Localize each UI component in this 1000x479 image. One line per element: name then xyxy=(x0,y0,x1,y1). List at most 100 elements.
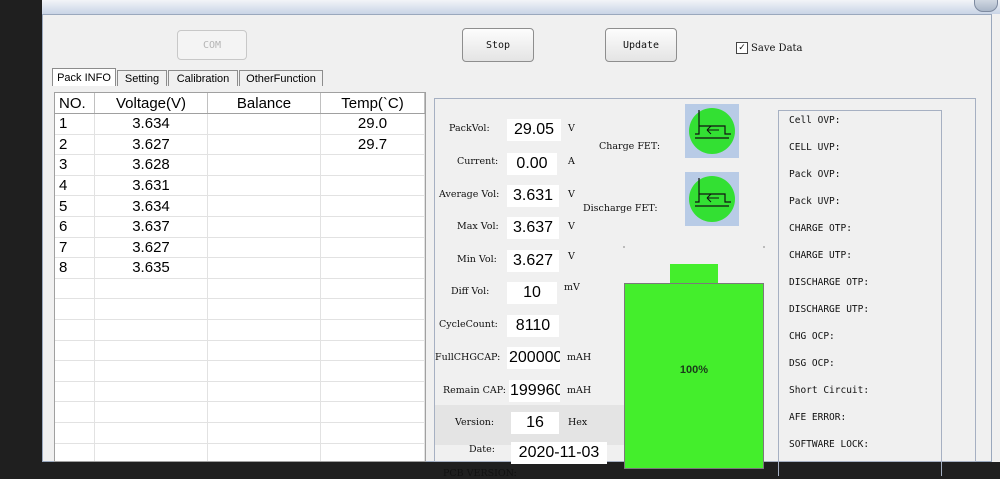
cell-voltage xyxy=(95,278,208,299)
cell-voltage: 3.634 xyxy=(95,114,208,134)
table-row[interactable] xyxy=(55,402,425,423)
cell-voltage xyxy=(95,381,208,402)
tab-setting[interactable]: Setting xyxy=(117,70,167,86)
cell-balance xyxy=(208,340,321,361)
cell-voltage xyxy=(95,340,208,361)
table-row[interactable]: 1 3.634 29.0 xyxy=(55,114,425,135)
window-close-button[interactable] xyxy=(974,0,998,12)
cell-voltage xyxy=(95,299,208,319)
cell-no: 3 xyxy=(55,155,95,175)
table-row[interactable] xyxy=(55,278,425,300)
tab-calibration[interactable]: Calibration xyxy=(168,70,238,86)
alarm-label: CHARGE OTP: xyxy=(789,223,852,234)
discharge-fet-label: Discharge FET: xyxy=(583,203,658,214)
table-header: NO. Voltage(V) Balance Temp(`C) xyxy=(55,93,425,114)
alarm-label: DISCHARGE UTP: xyxy=(789,304,870,315)
save-data-checkbox[interactable]: ✓ Save Data xyxy=(736,42,803,54)
cell-temp xyxy=(321,381,425,402)
save-data-label: Save Data xyxy=(751,42,803,54)
com-button[interactable]: COM xyxy=(177,30,247,60)
full-chg-cap-unit: mAH xyxy=(567,352,592,363)
table-row[interactable]: 8 3.635 xyxy=(55,258,425,279)
max-vol-value: 3.637 xyxy=(507,217,559,239)
cell-balance xyxy=(208,258,321,278)
cell-temp xyxy=(321,443,425,461)
update-button[interactable]: Update xyxy=(605,28,677,62)
table-row[interactable] xyxy=(55,340,425,362)
tab-pack-info[interactable]: Pack INFO xyxy=(52,68,116,86)
cell-balance xyxy=(208,196,321,216)
average-vol-value: 3.631 xyxy=(507,185,559,207)
table-row[interactable]: 4 3.631 xyxy=(55,175,425,197)
cell-voltage xyxy=(95,443,208,461)
alarm-label: Short Circuit: xyxy=(789,385,870,396)
cell-no xyxy=(55,299,95,319)
table-row[interactable] xyxy=(55,381,425,403)
table-row[interactable]: 6 3.637 xyxy=(55,216,425,238)
tab-other-function[interactable]: OtherFunction xyxy=(239,70,323,86)
cell-balance xyxy=(208,134,321,155)
diff-vol-label: Diff Vol: xyxy=(451,286,490,297)
table-row[interactable]: 3 3.628 xyxy=(55,155,425,176)
alarm-label: DISCHARGE OTP: xyxy=(789,277,870,288)
header-voltage: Voltage(V) xyxy=(95,93,208,113)
version-unit: Hex xyxy=(568,417,588,428)
pack-vol-value: 29.05 xyxy=(507,119,561,141)
cell-temp xyxy=(321,402,425,422)
cell-balance xyxy=(208,299,321,319)
cell-no: 5 xyxy=(55,196,95,216)
cell-voltage xyxy=(95,422,208,443)
cell-temp xyxy=(321,237,425,258)
alarm-label: SOFTWARE LOCK: xyxy=(789,439,870,450)
current-unit: A xyxy=(568,156,575,167)
battery-level-label: 100% xyxy=(679,364,709,376)
alarm-label: AFE ERROR: xyxy=(789,412,847,423)
cell-no xyxy=(55,278,95,299)
cell-no xyxy=(55,361,95,381)
table-row[interactable]: 7 3.627 xyxy=(55,237,425,259)
current-label: Current: xyxy=(457,156,499,167)
cell-balance xyxy=(208,216,321,237)
alarm-label: CELL UVP: xyxy=(789,142,841,153)
cell-voltage xyxy=(95,319,208,340)
cell-no xyxy=(55,402,95,422)
average-vol-label: Average Vol: xyxy=(439,189,500,200)
table-row[interactable] xyxy=(55,299,425,320)
mosfet-icon xyxy=(695,110,731,139)
cell-temp xyxy=(321,361,425,381)
pack-vol-unit: V xyxy=(568,123,575,134)
table-row[interactable] xyxy=(55,422,425,444)
alarm-label: Pack UVP: xyxy=(789,196,841,207)
version-label: Version: xyxy=(455,417,495,428)
header-no: NO. xyxy=(55,93,95,113)
full-chg-cap-label: FullCHGCAP: xyxy=(435,352,501,363)
cell-balance xyxy=(208,278,321,299)
cell-temp xyxy=(321,319,425,340)
header-balance: Balance xyxy=(208,93,321,113)
table-row[interactable] xyxy=(55,361,425,382)
checkbox-check-icon: ✓ xyxy=(736,42,748,54)
table-row[interactable] xyxy=(55,319,425,341)
table-row[interactable]: 2 3.627 29.7 xyxy=(55,134,425,156)
discharge-fet-indicator xyxy=(685,172,739,226)
cell-no xyxy=(55,319,95,340)
cell-temp xyxy=(321,278,425,299)
remain-cap-unit: mAH xyxy=(567,385,592,396)
cell-temp xyxy=(321,299,425,319)
alarm-label: CHARGE UTP: xyxy=(789,250,852,261)
current-value: 0.00 xyxy=(507,153,557,175)
cell-voltage: 3.627 xyxy=(95,134,208,155)
cell-temp xyxy=(321,340,425,361)
cell-no xyxy=(55,422,95,443)
mosfet-icon xyxy=(695,178,731,207)
cell-voltage: 3.631 xyxy=(95,175,208,196)
stop-button[interactable]: Stop xyxy=(462,28,534,62)
cell-balance xyxy=(208,175,321,196)
cell-temp xyxy=(321,216,425,237)
cycle-count-label: CycleCount: xyxy=(439,319,498,330)
cell-voltage: 3.634 xyxy=(95,196,208,216)
table-row[interactable]: 5 3.634 xyxy=(55,196,425,217)
pcb-version-label: PCB VERSION: xyxy=(443,468,517,479)
window-titlebar xyxy=(42,0,1000,14)
table-row[interactable] xyxy=(55,443,425,461)
